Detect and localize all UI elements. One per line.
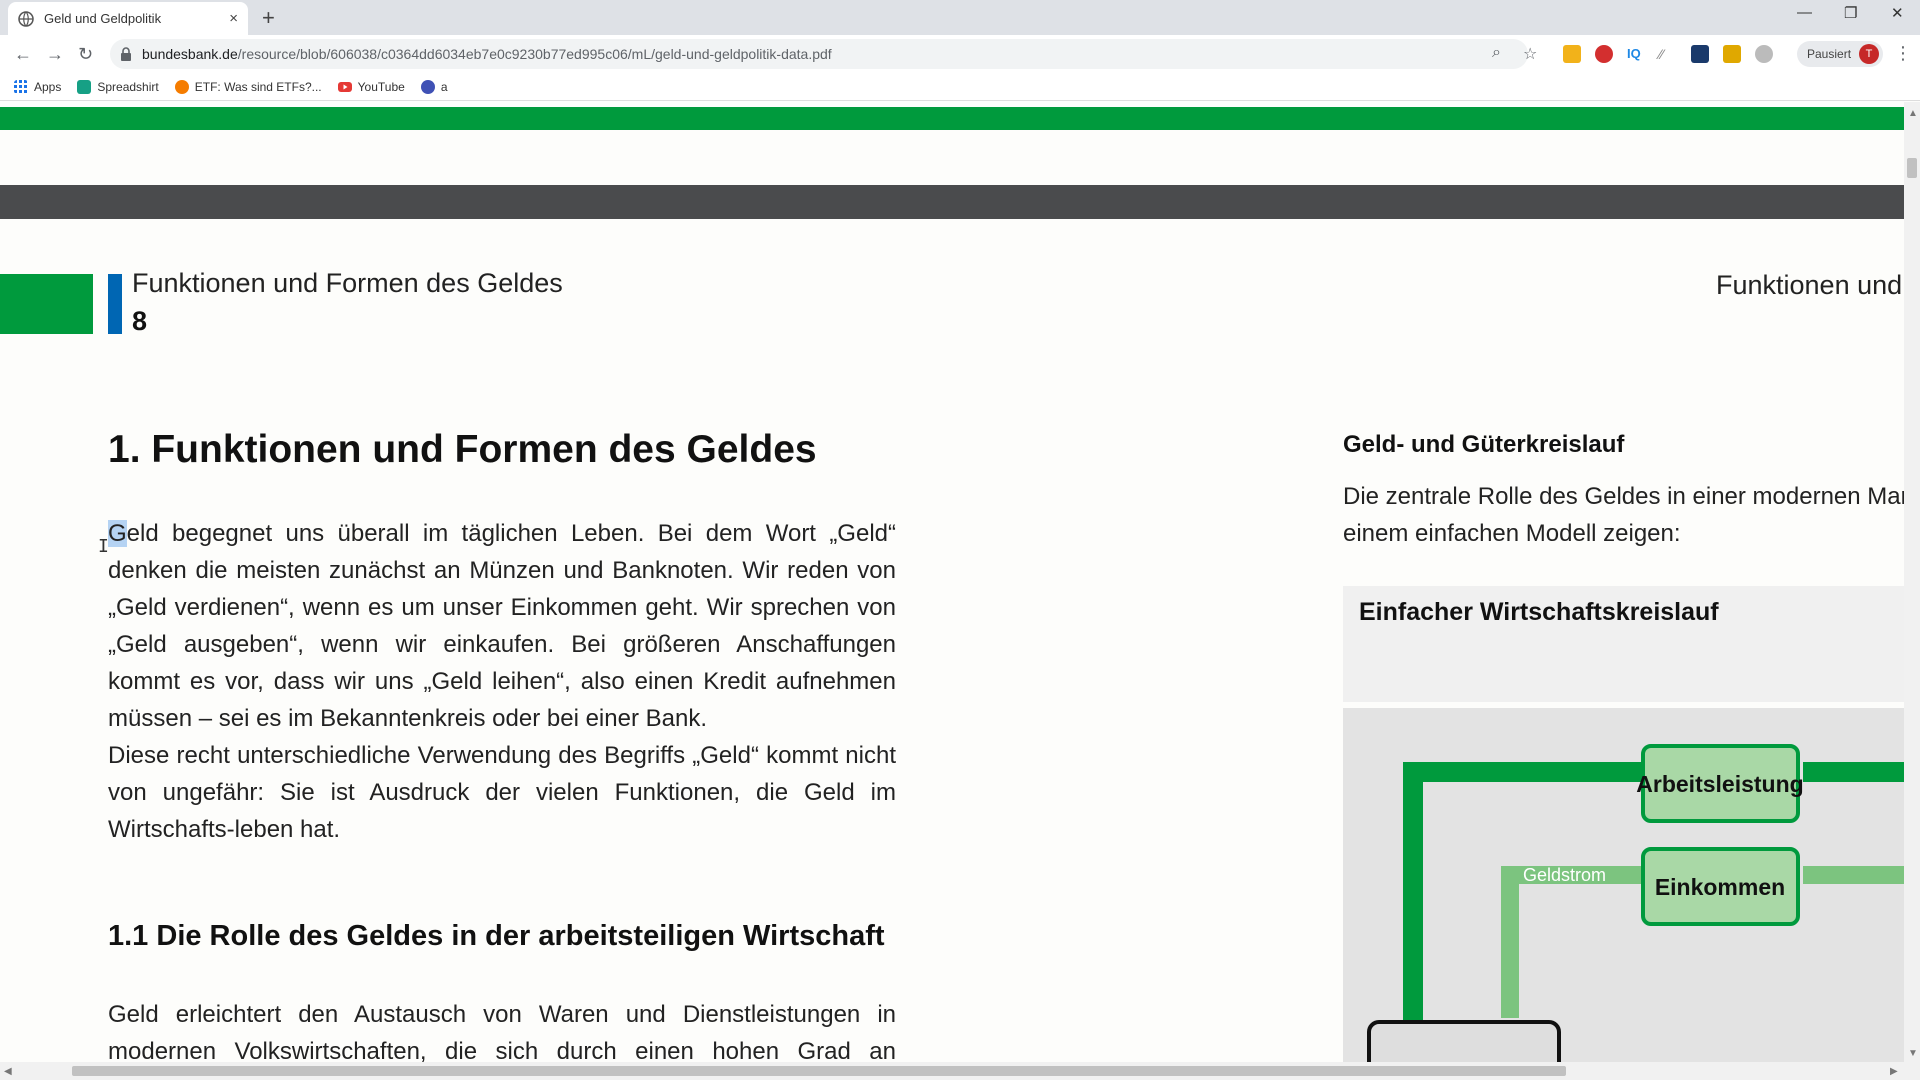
vertical-scrollbar[interactable] <box>1904 102 1920 1062</box>
close-window-icon[interactable]: ✕ <box>1891 4 1904 22</box>
money-flow-line <box>1501 866 1653 1018</box>
etf-icon <box>174 79 189 94</box>
chapter-heading: 1. Funktionen und Formen des Geldes <box>108 428 817 471</box>
apps-grid-icon <box>14 79 27 93</box>
economic-cycle-diagram: Geldstrom Arbeitsleistung Einkommen <box>1367 744 1904 1062</box>
iq-extension-icon[interactable]: IQ <box>1627 45 1645 63</box>
sidebar-text: Die zentrale Rolle des Geldes in einer m… <box>1343 478 1904 552</box>
paragraph-1-text: eld begegnet uns überall im täglichen Le… <box>108 520 896 732</box>
pdf-viewport[interactable]: Funktionen und Formen des Geldes 8 Funkt… <box>0 102 1904 1062</box>
running-header-right: Funktionen und <box>1716 270 1903 300</box>
sidebar-text-line: Die zentrale Rolle des Geldes in einer m… <box>1343 483 1904 510</box>
arbeitsleistung-label: Arbeitsleistung <box>1636 771 1803 797</box>
lock-icon <box>121 47 131 61</box>
selected-letter: G <box>108 520 127 547</box>
url-host: bundesbank.de <box>142 46 238 62</box>
bookmarks-bar: Apps Spreadshirt ETF: Was sind ETFs?... … <box>0 73 1920 101</box>
globe-icon <box>18 10 34 27</box>
bookmark-star-icon[interactable]: ☆ <box>1523 44 1537 64</box>
bookmark-label: Spreadshirt <box>97 79 159 94</box>
page-top-green-band <box>0 107 1904 130</box>
c-icon <box>420 79 435 94</box>
vertical-scroll-thumb[interactable] <box>1907 158 1917 178</box>
avatar: T <box>1859 44 1880 64</box>
back-icon[interactable]: ← <box>14 44 32 65</box>
page-number: 8 <box>132 306 148 336</box>
header-green-block <box>0 274 93 334</box>
bookmark-a[interactable]: a <box>420 79 448 94</box>
browser-toolbar: ← → ↻ bundesbank.de/resource/blob/606038… <box>0 35 1920 73</box>
scroll-right-icon[interactable]: ▶ <box>1890 1066 1898 1077</box>
tab-title: Geld und Geldpolitik <box>44 11 162 26</box>
goods-flow-line <box>1403 762 1653 1028</box>
zoom-icon[interactable]: ⌕ <box>1492 44 1501 62</box>
spreadshirt-icon <box>77 79 92 94</box>
extension-icon[interactable] <box>1595 45 1613 63</box>
menu-icon[interactable]: ⋮ <box>1894 43 1912 64</box>
einkommen-label: Einkommen <box>1655 874 1785 900</box>
scroll-left-icon[interactable]: ◀ <box>4 1066 12 1077</box>
scroll-down-icon[interactable]: ▼ <box>1908 1048 1918 1059</box>
url-path: /resource/blob/606038/c0364dd6034eb7e0c9… <box>237 46 832 62</box>
bookmark-label: a <box>440 79 448 94</box>
address-bar[interactable]: bundesbank.de/resource/blob/606038/c0364… <box>110 39 1528 69</box>
page-dark-band <box>0 185 1904 219</box>
profile-status: Pausiert <box>1807 47 1852 61</box>
bookmark-label: ETF: Was sind ETFs?... <box>194 79 322 94</box>
bookmark-label: Apps <box>34 79 62 94</box>
sidebar-text-line: einem einfachen Modell zeigen: <box>1343 520 1681 547</box>
extension-icon[interactable] <box>1691 45 1709 63</box>
restore-icon[interactable]: ❐ <box>1844 4 1857 22</box>
bookmark-spreadshirt[interactable]: Spreadshirt <box>77 79 159 94</box>
browser-tab[interactable]: Geld und Geldpolitik × <box>8 2 248 35</box>
extension-icon[interactable] <box>1755 45 1773 63</box>
scroll-up-icon[interactable]: ▲ <box>1908 108 1918 119</box>
bookmark-apps[interactable]: Apps <box>14 79 62 94</box>
sidebar-heading: Geld- und Güterkreislauf <box>1343 431 1625 458</box>
pen-extension-icon[interactable]: ⁄⁄ <box>1659 45 1677 63</box>
tab-close-icon[interactable]: × <box>229 10 238 27</box>
minimize-icon[interactable]: — <box>1797 4 1812 21</box>
forward-icon[interactable]: → <box>46 44 64 65</box>
paragraph-2[interactable]: Diese recht unterschiedliche Verwendung … <box>108 737 896 848</box>
extension-icon[interactable] <box>1723 45 1741 63</box>
running-header-title: Funktionen und Formen des Geldes <box>132 268 563 298</box>
section-heading: 1.1 Die Rolle des Geldes in der arbeitst… <box>108 920 885 952</box>
bookmark-etf[interactable]: ETF: Was sind ETFs?... <box>174 79 322 94</box>
new-tab-button[interactable]: + <box>262 5 275 31</box>
extension-icon[interactable] <box>1563 45 1581 63</box>
header-blue-marker <box>108 274 122 334</box>
youtube-icon <box>337 81 352 92</box>
bookmark-label: YouTube <box>357 79 405 94</box>
diagram-title: Einfacher Wirtschaftskreislauf <box>1359 598 1719 626</box>
tab-strip: Geld und Geldpolitik × + — ❐ ✕ <box>0 0 1920 35</box>
profile-button[interactable]: Pausiert T <box>1797 41 1884 67</box>
household-box <box>1367 1020 1561 1062</box>
reload-icon[interactable]: ↻ <box>78 44 93 65</box>
horizontal-scroll-thumb[interactable] <box>72 1066 1566 1076</box>
paragraph-3[interactable]: Geld erleichtert den Austausch von Waren… <box>108 996 896 1062</box>
bookmark-youtube[interactable]: YouTube <box>337 79 405 94</box>
paragraph-1[interactable]: Geld begegnet uns überall im täglichen L… <box>108 515 896 737</box>
money-flow-label: Geldstrom <box>1523 865 1606 885</box>
